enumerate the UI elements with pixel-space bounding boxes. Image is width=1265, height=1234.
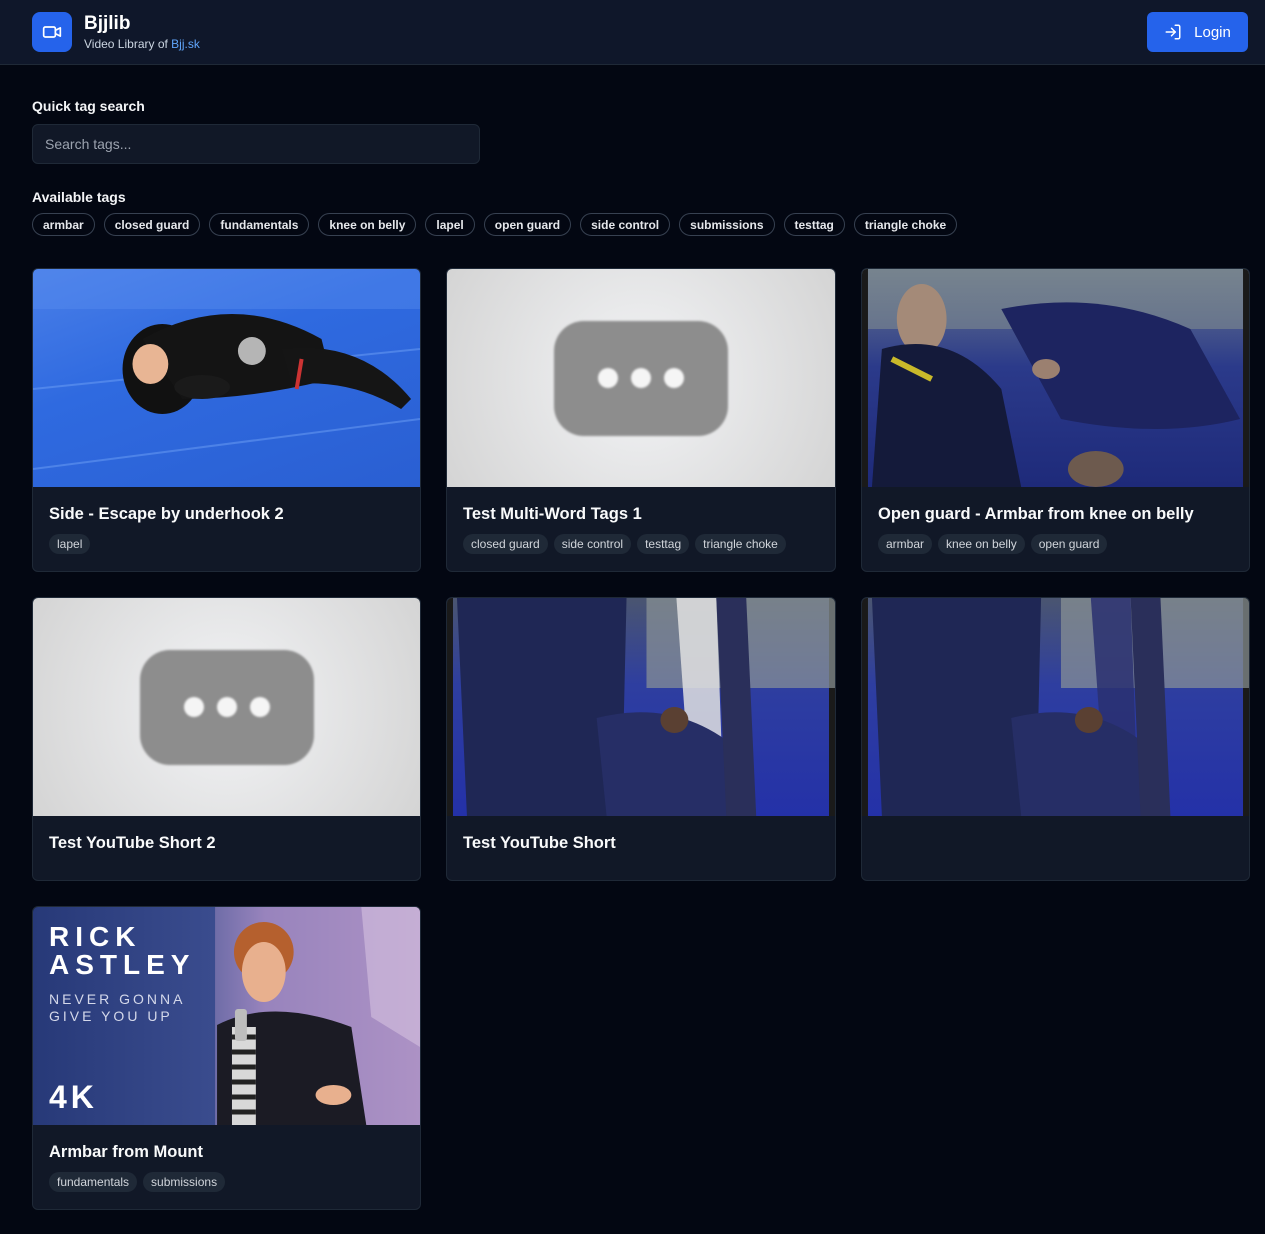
video-camera-icon bbox=[32, 12, 72, 52]
top-navbar: Bjjlib Video Library of Bjj.sk Login bbox=[0, 0, 1265, 65]
video-grid: Side - Escape by underhook 2 lapel Test … bbox=[32, 268, 1250, 1210]
search-label: Quick tag search bbox=[32, 98, 145, 114]
login-button[interactable]: Login bbox=[1147, 12, 1248, 52]
video-tag[interactable]: side control bbox=[553, 534, 632, 554]
available-tags-list: armbar closed guard fundamentals knee on… bbox=[32, 213, 1233, 236]
main-content: Quick tag search Available tags armbar c… bbox=[0, 65, 1265, 1210]
video-tag[interactable]: closed guard bbox=[463, 534, 548, 554]
bjj-sk-link[interactable]: Bjj.sk bbox=[171, 37, 200, 51]
video-title[interactable]: Test YouTube Short bbox=[463, 833, 819, 853]
video-title[interactable]: Side - Escape by underhook 2 bbox=[49, 504, 404, 524]
cover-subtitle-line2: GIVE YOU UP bbox=[49, 1008, 173, 1024]
video-thumbnail[interactable] bbox=[862, 598, 1249, 816]
video-tag[interactable]: submissions bbox=[143, 1172, 226, 1192]
tag-chip-testtag[interactable]: testtag bbox=[783, 213, 845, 236]
login-icon bbox=[1165, 24, 1181, 40]
video-thumbnail[interactable]: RICK ASTLEY NEVER GONNA GIVE YOU UP 4K bbox=[33, 907, 420, 1125]
cover-title-line2: ASTLEY bbox=[49, 949, 196, 980]
video-card[interactable]: Test YouTube Short 2 bbox=[32, 597, 421, 881]
tag-chip-fundamentals[interactable]: fundamentals bbox=[209, 213, 310, 236]
video-thumbnail[interactable] bbox=[447, 598, 835, 816]
video-card[interactable]: Test Multi-Word Tags 1 closed guard side… bbox=[446, 268, 836, 572]
available-tags-label: Available tags bbox=[32, 189, 126, 205]
video-thumbnail[interactable] bbox=[862, 269, 1249, 487]
tag-chip-side-control[interactable]: side control bbox=[580, 213, 671, 236]
loading-placeholder-icon bbox=[554, 320, 728, 436]
tag-chip-triangle-choke[interactable]: triangle choke bbox=[853, 213, 958, 236]
video-title[interactable]: Open guard - Armbar from knee on belly bbox=[878, 504, 1233, 524]
video-tag[interactable]: lapel bbox=[49, 534, 91, 554]
video-card[interactable]: RICK ASTLEY NEVER GONNA GIVE YOU UP 4K A… bbox=[32, 906, 421, 1210]
video-title[interactable]: Test Multi-Word Tags 1 bbox=[463, 504, 819, 524]
video-tag[interactable]: knee on belly bbox=[938, 534, 1025, 554]
tag-chip-armbar[interactable]: armbar bbox=[32, 213, 95, 236]
video-card[interactable]: Open guard - Armbar from knee on belly a… bbox=[861, 268, 1250, 572]
brand[interactable]: Bjjlib Video Library of Bjj.sk bbox=[32, 12, 200, 52]
video-card[interactable] bbox=[861, 597, 1250, 881]
video-tag[interactable]: armbar bbox=[878, 534, 933, 554]
tag-chip-knee-on-belly[interactable]: knee on belly bbox=[318, 213, 417, 236]
tag-chip-open-guard[interactable]: open guard bbox=[483, 213, 572, 236]
tag-chip-submissions[interactable]: submissions bbox=[679, 213, 775, 236]
tag-search-input[interactable] bbox=[32, 124, 480, 164]
video-title[interactable]: Test YouTube Short 2 bbox=[49, 833, 404, 853]
video-card[interactable]: Test YouTube Short bbox=[446, 597, 836, 881]
cover-subtitle-line1: NEVER GONNA bbox=[49, 991, 186, 1007]
tag-chip-lapel[interactable]: lapel bbox=[425, 213, 475, 236]
video-thumbnail[interactable] bbox=[33, 598, 420, 816]
video-thumbnail[interactable] bbox=[33, 269, 420, 487]
video-tag[interactable]: triangle choke bbox=[695, 534, 786, 554]
cover-title-line1: RICK bbox=[49, 921, 142, 952]
login-label: Login bbox=[1194, 23, 1231, 41]
video-tag[interactable]: open guard bbox=[1030, 534, 1108, 554]
video-title[interactable]: Armbar from Mount bbox=[49, 1142, 404, 1162]
subtitle-text: Video Library of bbox=[84, 36, 172, 51]
tag-chip-closed-guard[interactable]: closed guard bbox=[103, 213, 201, 236]
video-card[interactable]: Side - Escape by underhook 2 lapel bbox=[32, 268, 421, 572]
loading-placeholder-icon bbox=[139, 649, 314, 765]
video-thumbnail[interactable] bbox=[447, 269, 835, 487]
cover-4k-badge: 4K bbox=[49, 1079, 98, 1115]
app-subtitle: Video Library of Bjj.sk bbox=[84, 36, 200, 52]
app-name: Bjjlib bbox=[84, 12, 131, 34]
video-tag[interactable]: fundamentals bbox=[49, 1172, 138, 1192]
video-tag[interactable]: testtag bbox=[637, 534, 690, 554]
